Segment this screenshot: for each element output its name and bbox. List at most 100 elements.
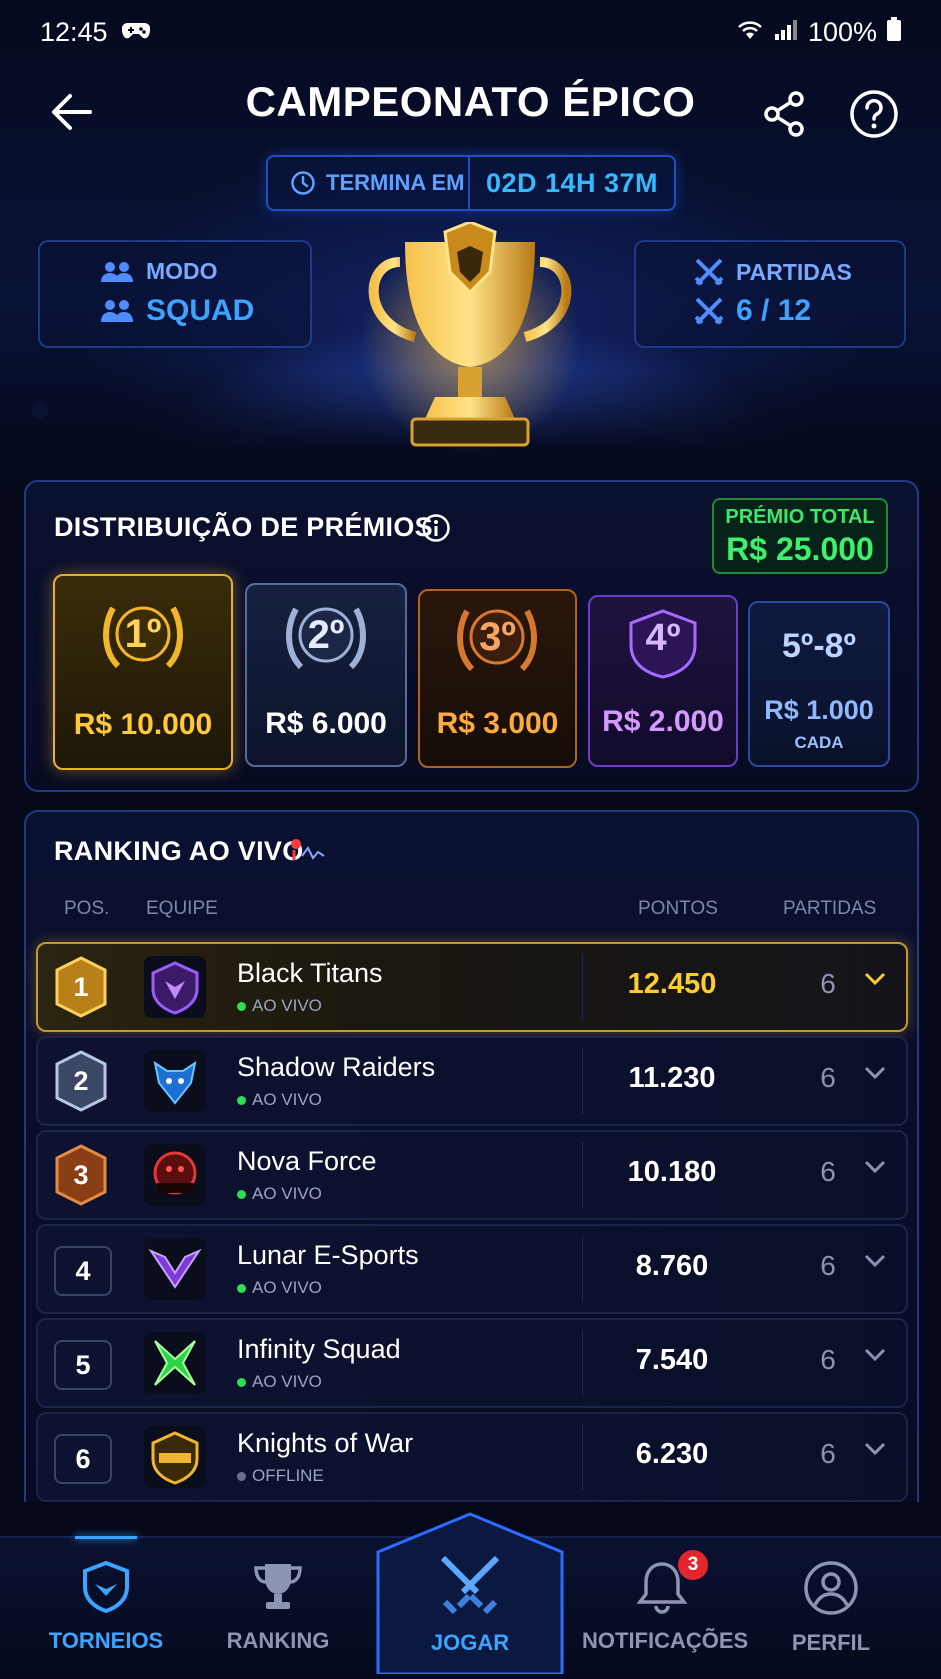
team-points: 8.760 (635, 1250, 709, 1282)
team-name: Infinity Squad (237, 1334, 401, 1364)
team-matches: 6 (820, 1156, 836, 1187)
prize-card-3rd: 3º R$ 3.000 (418, 589, 577, 768)
team-matches: 6 (820, 968, 836, 999)
matches-label: PARTIDAS (736, 258, 852, 285)
prize-card-5th-8th: 5º-8º R$ 1.000 CADA (748, 601, 890, 767)
table-row[interactable]: 3 Nova Force AO VIVO 10.180 6 (36, 1130, 908, 1220)
ranking-title: RANKING AO VIVO (54, 836, 304, 866)
team-name: Nova Force (237, 1146, 377, 1176)
team-points: 7.540 (635, 1344, 709, 1376)
signal-icon (774, 17, 798, 48)
rank-badge: 6 (54, 1434, 112, 1484)
nav-play[interactable]: JOGAR (390, 1552, 550, 1656)
squad-icon (101, 300, 133, 322)
prize-place: 2º (307, 613, 345, 657)
team-status: AO VIVO (237, 1372, 322, 1392)
total-prize-value: R$ 25.000 (726, 531, 874, 567)
chevron-down-icon[interactable] (864, 1160, 886, 1179)
rank-badge: 1 (54, 956, 108, 1018)
prize-info-button[interactable] (420, 512, 452, 544)
prize-place: 4º (645, 617, 681, 659)
total-prize-label: PRÉMIO TOTAL (725, 506, 875, 528)
countdown-timer: TERMINA EM 02D 14H 37M (266, 155, 676, 211)
team-matches: 6 (820, 1344, 836, 1375)
rank-badge: 2 (54, 1050, 108, 1112)
team-points: 6.230 (635, 1438, 709, 1470)
user-icon (804, 1561, 858, 1615)
info-icon (422, 514, 450, 542)
trophy-icon (254, 1564, 302, 1609)
team-name: Lunar E-Sports (237, 1240, 419, 1270)
clock-icon (291, 171, 315, 195)
chevron-down-icon[interactable] (864, 1348, 886, 1367)
chevron-down-icon[interactable] (864, 972, 886, 991)
team-status: AO VIVO (237, 1090, 322, 1110)
col-pos: POS. (64, 898, 110, 919)
team-matches: 6 (820, 1250, 836, 1281)
team-points: 12.450 (627, 968, 717, 1000)
wifi-icon (736, 17, 764, 48)
prize-amount: R$ 6.000 (265, 707, 387, 740)
col-matches: PARTIDAS (783, 898, 877, 919)
team-status: AO VIVO (237, 996, 322, 1016)
crossed-swords-icon (694, 297, 724, 325)
rank-badge: 3 (54, 1144, 108, 1206)
prizes-title: DISTRIBUIÇÃO DE PRÉMIOS (54, 512, 433, 542)
share-button[interactable] (756, 86, 812, 142)
team-matches: 6 (820, 1062, 836, 1093)
table-row[interactable]: 1 Black Titans AO VIVO 12.450 6 (36, 942, 908, 1032)
timer-label: TERMINA EM (326, 170, 465, 195)
chevron-down-icon[interactable] (864, 1442, 886, 1461)
share-icon (764, 91, 804, 137)
nav-tournaments[interactable]: TORNEIOS (26, 1560, 186, 1654)
shield-icon (83, 1560, 129, 1614)
team-name: Shadow Raiders (237, 1052, 436, 1082)
matches-box: PARTIDAS 6 / 12 (634, 240, 906, 348)
mode-value: SQUAD (146, 294, 255, 327)
table-row[interactable]: 6 Knights of War OFFLINE 6.230 6 (36, 1412, 908, 1502)
trophy-image (360, 220, 580, 472)
live-icon (290, 838, 330, 869)
team-name: Black Titans (237, 958, 383, 988)
crossed-swords-icon (440, 1555, 500, 1615)
users-icon (101, 261, 133, 282)
battery-icon (887, 16, 901, 48)
prize-note: CADA (794, 733, 844, 752)
table-row[interactable]: 4 Lunar E-Sports AO VIVO 8.760 6 (36, 1224, 908, 1314)
team-matches: 6 (820, 1438, 836, 1469)
team-status: AO VIVO (237, 1278, 322, 1298)
prize-place: 3º (479, 615, 516, 659)
team-logo (144, 1238, 206, 1300)
prize-card-2nd: 2º R$ 6.000 (245, 583, 407, 767)
col-points: PONTOS (638, 898, 718, 919)
prize-amount: R$ 3.000 (436, 707, 559, 740)
battery-percent: 100% (807, 16, 877, 47)
nav-profile[interactable]: PERFIL (751, 1560, 911, 1656)
team-logo (144, 1426, 206, 1488)
notification-badge: 3 (678, 1550, 708, 1580)
prize-place: 5º-8º (782, 627, 856, 665)
team-points: 10.180 (627, 1156, 717, 1188)
gamepad-icon (121, 17, 150, 48)
mode-box: MODO SQUAD (38, 240, 312, 348)
nav-ranking[interactable]: RANKING (198, 1560, 358, 1654)
nav-notifications[interactable]: NOTIFICAÇÕES (582, 1560, 748, 1654)
help-icon (850, 90, 898, 138)
prize-place: 1º (124, 612, 162, 656)
chevron-down-icon[interactable] (864, 1254, 886, 1273)
help-button[interactable] (846, 86, 902, 142)
status-time: 12:45 (40, 16, 108, 47)
matches-value: 6 / 12 (736, 294, 812, 327)
prize-amount: R$ 10.000 (73, 708, 213, 741)
team-logo (144, 956, 206, 1018)
table-row[interactable]: 2 Shadow Raiders AO VIVO 11.230 6 (36, 1036, 908, 1126)
team-status: OFFLINE (237, 1466, 324, 1486)
chevron-down-icon[interactable] (864, 1066, 886, 1085)
team-name: Knights of War (237, 1428, 414, 1458)
prize-card-4th: 4º R$ 2.000 (588, 595, 738, 767)
rank-badge: 5 (54, 1340, 112, 1390)
team-logo (144, 1332, 206, 1394)
mode-label: MODO (146, 258, 218, 284)
table-row[interactable]: 5 Infinity Squad AO VIVO 7.540 6 (36, 1318, 908, 1408)
crossed-swords-icon (694, 258, 724, 286)
